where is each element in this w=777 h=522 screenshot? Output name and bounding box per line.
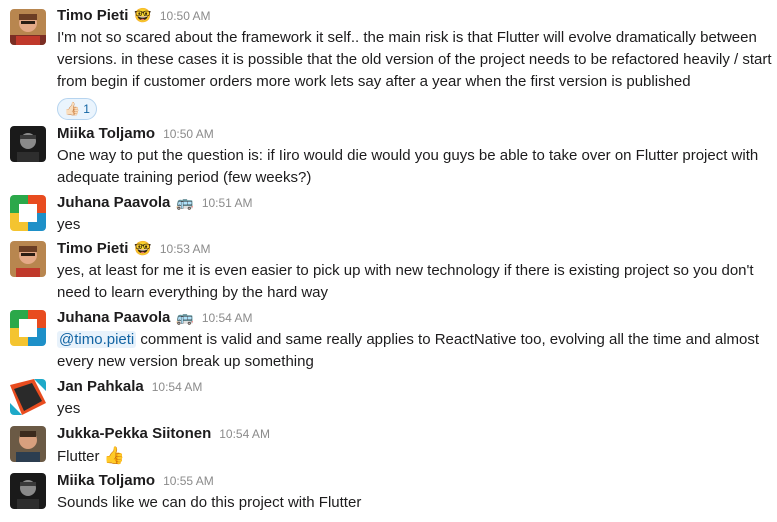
message-text: Flutter 👍 (57, 445, 773, 468)
timestamp[interactable]: 10:54 AM (152, 377, 203, 397)
author-name[interactable]: Juhana Paavola (57, 193, 170, 213)
timestamp[interactable]: 10:50 AM (160, 6, 211, 26)
message-line-text: comment is valid and same really applies… (136, 331, 760, 348)
avatar[interactable] (10, 473, 46, 509)
timestamp[interactable]: 10:54 AM (202, 308, 253, 328)
message-text: One way to put the question is: if Iiro … (57, 145, 773, 189)
timestamp[interactable]: 10:51 AM (202, 193, 253, 213)
avatar[interactable] (10, 126, 46, 162)
message-line: @timo.pieti comment is valid and same re… (57, 329, 773, 351)
avatar[interactable] (10, 379, 46, 415)
message-text: @timo.pieti comment is valid and same re… (57, 329, 773, 373)
user-mention[interactable]: @timo.pieti (57, 331, 137, 348)
avatar[interactable] (10, 9, 46, 45)
avatar[interactable] (10, 426, 46, 462)
message-line: every new version break up something (57, 353, 314, 370)
status-emoji-bus: 🚌 (176, 194, 194, 210)
message-line: Sounds like we can do this project with … (57, 494, 362, 511)
author-name[interactable]: Miika Toljamo (57, 124, 155, 144)
message-line: adequate training period (few weeks?) (57, 169, 312, 186)
message-line: yes (57, 400, 81, 417)
message-feed: Timo Pieti 🤓 10:50 AM I'm not so scared … (0, 0, 777, 522)
reaction-count: 1 (83, 102, 90, 116)
author-name[interactable]: Jan Pahkala (57, 377, 144, 397)
author-name[interactable]: Timo Pieti (57, 239, 128, 259)
message-line: One way to put the question is: if Iiro … (57, 147, 759, 164)
message-line: need to learn everything by the hard way (57, 284, 329, 301)
message-line-text: Flutter (57, 448, 100, 465)
status-emoji-nerd: 🤓 (134, 240, 152, 256)
avatar[interactable] (10, 241, 46, 277)
status-emoji-nerd: 🤓 (134, 7, 152, 23)
message-line: from begin if customer orders more work … (57, 73, 691, 90)
message-text: yes (57, 398, 773, 420)
message-line: versions. in these cases it is possible … (57, 51, 772, 68)
message-line: Flutter 👍 (57, 445, 773, 468)
timestamp[interactable]: 10:55 AM (163, 471, 214, 491)
timestamp[interactable]: 10:53 AM (160, 239, 211, 259)
author-name[interactable]: Timo Pieti (57, 6, 128, 26)
message-text: I'm not so scared about the framework it… (57, 27, 773, 93)
message-line: yes (57, 216, 81, 233)
reaction-thumbs-up[interactable]: 👍🏻 1 (57, 98, 97, 120)
author-name[interactable]: Miika Toljamo (57, 471, 155, 491)
avatar[interactable] (10, 195, 46, 231)
status-emoji-bus: 🚌 (176, 309, 194, 325)
message-text: yes, at least for me it is even easier t… (57, 260, 773, 304)
message-line: I'm not so scared about the framework it… (57, 29, 757, 46)
message-text: Sounds like we can do this project with … (57, 492, 773, 514)
avatar[interactable] (10, 310, 46, 346)
message-line: yes, at least for me it is even easier t… (57, 262, 754, 279)
thumbs-up-icon: 👍🏻 (64, 101, 81, 116)
timestamp[interactable]: 10:50 AM (163, 124, 214, 144)
timestamp[interactable]: 10:54 AM (219, 424, 270, 444)
author-name[interactable]: Jukka-Pekka Siitonen (57, 424, 211, 444)
author-name[interactable]: Juhana Paavola (57, 308, 170, 328)
thumbs-up-icon: 👍 (103, 446, 125, 465)
message-text: yes (57, 214, 773, 236)
